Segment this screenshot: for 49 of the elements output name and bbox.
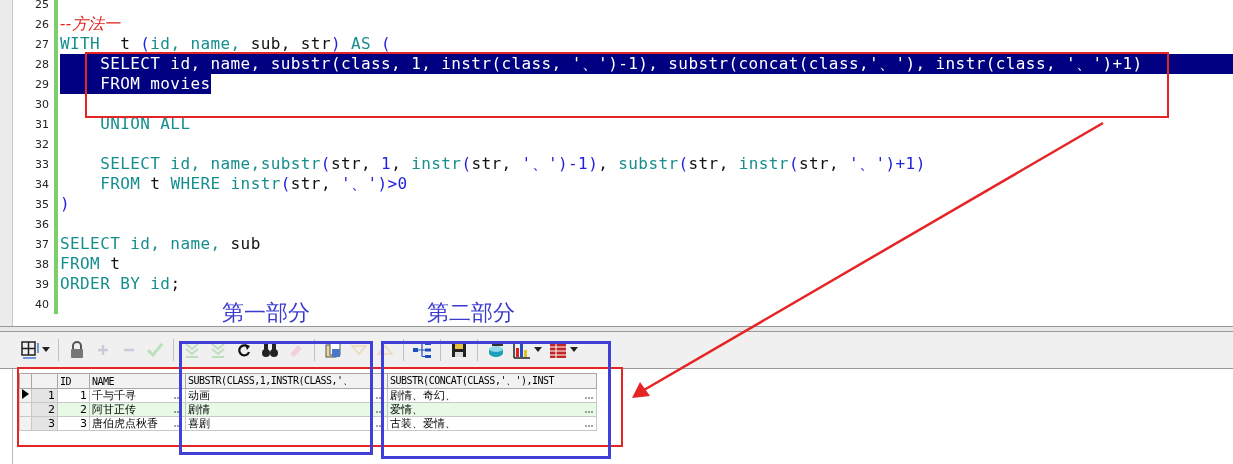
table-cell: 唐伯虎点秋香 xyxy=(92,417,158,430)
line-number: 26 xyxy=(34,17,50,31)
code-line: WITH t (id, name, sub, str) AS ( xyxy=(60,34,392,54)
table-cell: 动画 xyxy=(188,389,210,402)
annotation-label: 第一部分 xyxy=(222,299,310,327)
column-header[interactable]: SUBSTR(CLASS,1,INSTR(CLASS,'、 xyxy=(185,373,388,389)
line-number: 31 xyxy=(34,117,50,131)
table-cell: 阿甘正传 xyxy=(92,403,136,416)
line-number: 30 xyxy=(34,97,50,111)
column-header[interactable]: ID xyxy=(57,373,90,389)
annotation-label: 第二部分 xyxy=(427,299,515,327)
caret-icon xyxy=(570,347,578,353)
line-number: 35 xyxy=(34,197,50,211)
current-row-icon xyxy=(22,389,29,399)
line-number: 27 xyxy=(34,37,50,51)
line-number: 32 xyxy=(34,137,50,151)
code-line: SELECT id, name, sub xyxy=(60,234,261,254)
table-cell: 爱情、 xyxy=(390,403,423,416)
code-line: FROM t xyxy=(60,254,121,274)
line-number: 40 xyxy=(34,297,50,311)
column-header[interactable]: NAME xyxy=(89,373,186,389)
line-number: 28 xyxy=(34,57,50,71)
line-number: 36 xyxy=(34,217,50,231)
column-header[interactable]: SUBSTR(CONCAT(CLASS,'、'),INST xyxy=(387,373,597,389)
line-number: 37 xyxy=(34,237,50,251)
caret-icon xyxy=(42,347,50,353)
line-number: 38 xyxy=(34,257,50,271)
table-cell: 3 xyxy=(80,417,87,430)
code-line: ) xyxy=(60,194,71,214)
table-cell: 喜剧 xyxy=(188,417,210,430)
caret-icon xyxy=(534,347,542,353)
line-number: 29 xyxy=(34,77,50,91)
code-line: FROM t WHERE instr(str, '、')>0 xyxy=(99,174,408,194)
table-cell: 1 xyxy=(80,389,87,402)
code-line: SELECT id, name,substr(str, 1, instr(str, '、')-1), substr(str, instr(str, '、')+1) xyxy=(99,154,926,174)
grid-icon xyxy=(20,340,40,360)
code-line: --方法一 xyxy=(60,14,121,34)
table-cell: 古装、爱情、 xyxy=(390,417,456,430)
line-number: 34 xyxy=(34,177,50,191)
grid-button[interactable] xyxy=(18,338,52,362)
table-cell: 剧情 xyxy=(188,403,210,416)
line-number: 33 xyxy=(34,157,50,171)
code-line: ORDER BY id; xyxy=(60,274,181,294)
table-cell: 千与千寻 xyxy=(92,389,136,402)
line-number: 25 xyxy=(34,0,50,11)
table-cell: 2 xyxy=(80,403,87,416)
check-icon xyxy=(145,340,165,360)
line-number: 39 xyxy=(34,277,50,291)
table-cell: 剧情、奇幻、 xyxy=(390,389,456,402)
